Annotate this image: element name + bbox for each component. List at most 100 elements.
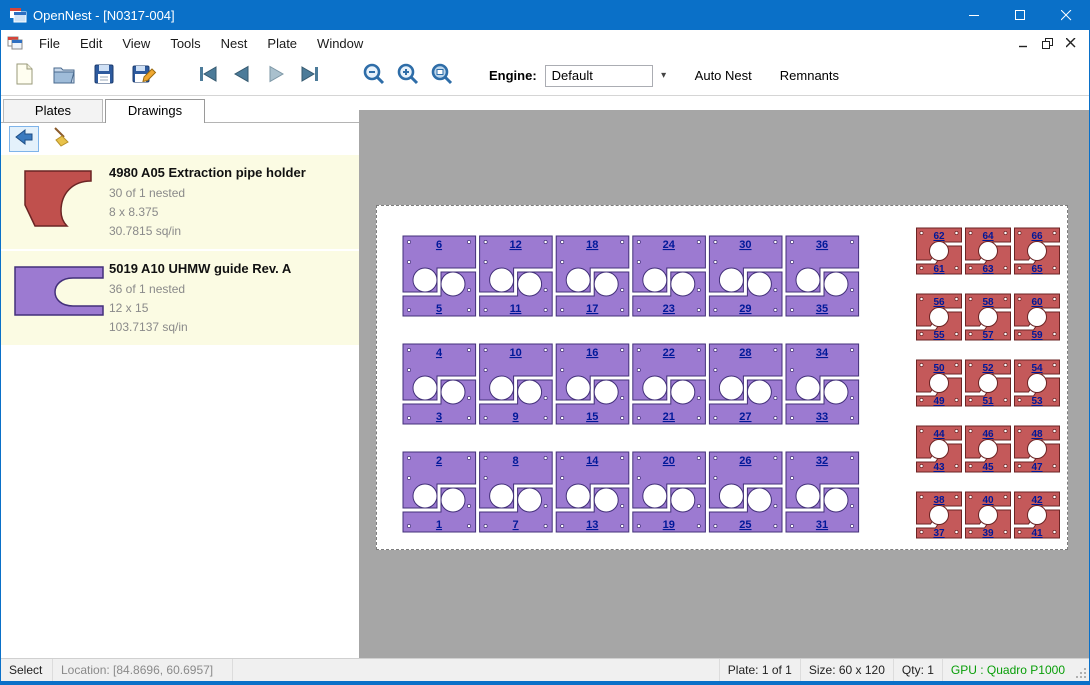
- status-mode: Select: [1, 659, 53, 681]
- drawings-toolbar: [1, 123, 359, 155]
- tab-row: Plates Drawings: [1, 96, 359, 123]
- nest-cell-purple[interactable]: 1413: [556, 452, 629, 532]
- zoom-out-button[interactable]: [357, 59, 391, 93]
- menu-view[interactable]: View: [112, 32, 160, 55]
- svg-text:27: 27: [739, 411, 751, 423]
- nest-cell-red[interactable]: 6261: [917, 228, 962, 275]
- nest-cell-red[interactable]: 42 41: [1015, 492, 1060, 539]
- tab-plates-label: Plates: [35, 103, 71, 118]
- nest-cell-red[interactable]: 3837: [917, 492, 962, 539]
- nest-cell-purple[interactable]: 2625: [709, 452, 782, 532]
- svg-text:64: 64: [982, 231, 994, 242]
- svg-text:34: 34: [816, 347, 829, 359]
- svg-text:14: 14: [586, 455, 599, 467]
- nest-cell-purple[interactable]: 3231: [786, 452, 859, 532]
- svg-text:45: 45: [982, 462, 994, 473]
- nest-cell-red[interactable]: 4645: [966, 426, 1011, 473]
- nest-cell-red[interactable]: 5655: [917, 294, 962, 341]
- remnants-button[interactable]: Remnants: [776, 64, 843, 87]
- svg-text:44: 44: [933, 429, 945, 440]
- nest-cell-purple[interactable]: 2019: [633, 452, 706, 532]
- nest-cell-purple[interactable]: 21: [403, 452, 476, 532]
- mdi-minimize-button[interactable]: [1011, 33, 1035, 53]
- nest-cell-red[interactable]: 5453: [1015, 360, 1060, 407]
- tab-plates[interactable]: Plates: [3, 99, 103, 122]
- minimize-button[interactable]: [951, 0, 997, 30]
- nest-cell-purple[interactable]: 24 23: [633, 236, 706, 316]
- list-item-drawing-1[interactable]: 4980 A05 Extraction pipe holder 30 of 1 …: [1, 155, 359, 249]
- nest-cell-purple[interactable]: 87: [480, 452, 553, 532]
- previous-plate-button[interactable]: [225, 59, 259, 93]
- svg-text:51: 51: [982, 396, 994, 407]
- nest-cell-purple[interactable]: 109: [480, 344, 553, 424]
- nest-cell-purple[interactable]: 2827: [709, 344, 782, 424]
- nest-cell-purple[interactable]: 3029: [709, 236, 782, 316]
- close-button[interactable]: [1043, 0, 1089, 30]
- svg-text:24: 24: [663, 239, 676, 251]
- menu-tools[interactable]: Tools: [160, 32, 210, 55]
- svg-text:23: 23: [663, 303, 675, 315]
- menu-plate[interactable]: Plate: [257, 32, 307, 55]
- list-item-drawing-2[interactable]: 5019 A10 UHMW guide Rev. A 36 of 1 neste…: [1, 251, 359, 345]
- auto-nest-button[interactable]: Auto Nest: [691, 64, 756, 87]
- svg-text:59: 59: [1031, 330, 1043, 341]
- mdi-child-icon[interactable]: [7, 36, 23, 50]
- new-button[interactable]: [7, 59, 41, 93]
- nest-cell-purple[interactable]: 65: [403, 236, 476, 316]
- svg-text:48: 48: [1031, 429, 1043, 440]
- clear-button[interactable]: [47, 126, 77, 152]
- status-mode-label: Select: [9, 663, 42, 677]
- menu-nest[interactable]: Nest: [211, 32, 258, 55]
- svg-text:41: 41: [1031, 528, 1043, 539]
- nest-cell-red[interactable]: 6059: [1015, 294, 1060, 341]
- return-part-button[interactable]: [9, 126, 39, 152]
- save-as-button[interactable]: [127, 59, 161, 93]
- resize-grip[interactable]: [1073, 659, 1089, 681]
- nest-cell-red[interactable]: 44 43: [917, 426, 962, 473]
- nest-cell-purple[interactable]: 1615: [556, 344, 629, 424]
- svg-text:47: 47: [1031, 462, 1043, 473]
- broom-icon: [51, 126, 73, 153]
- nest-cell-purple[interactable]: 2221: [633, 344, 706, 424]
- nest-cell-red[interactable]: 4039: [966, 492, 1011, 539]
- menu-window[interactable]: Window: [307, 32, 373, 55]
- zoom-in-button[interactable]: [391, 59, 425, 93]
- svg-text:42: 42: [1031, 495, 1043, 506]
- svg-text:19: 19: [663, 519, 675, 531]
- tab-drawings-label: Drawings: [128, 103, 182, 118]
- svg-text:12: 12: [509, 239, 521, 251]
- nest-cell-red[interactable]: 5251: [966, 360, 1011, 407]
- save-button[interactable]: [87, 59, 121, 93]
- menu-edit[interactable]: Edit: [70, 32, 112, 55]
- status-qty-label: Qty: 1: [902, 663, 934, 677]
- svg-text:43: 43: [933, 462, 945, 473]
- open-button[interactable]: [47, 59, 81, 93]
- first-plate-button[interactable]: [191, 59, 225, 93]
- engine-select[interactable]: Default: [545, 65, 653, 87]
- nest-cell-red[interactable]: 6463: [966, 228, 1011, 275]
- nest-cell-purple[interactable]: 1817: [556, 236, 629, 316]
- mdi-restore-button[interactable]: [1035, 33, 1059, 53]
- last-plate-button[interactable]: [293, 59, 327, 93]
- svg-text:2: 2: [436, 455, 442, 467]
- nest-cell-purple[interactable]: 43: [403, 344, 476, 424]
- status-gpu-label: GPU : Quadro P1000: [951, 663, 1065, 677]
- plate[interactable]: 6512111817242330293635431091615222128273…: [376, 205, 1068, 550]
- next-plate-button[interactable]: [259, 59, 293, 93]
- nest-cell-purple[interactable]: 3635: [786, 236, 859, 316]
- nest-cell-red[interactable]: 6665: [1015, 228, 1060, 275]
- zoom-fit-button[interactable]: [425, 59, 459, 93]
- nest-cell-red[interactable]: 5857: [966, 294, 1011, 341]
- svg-text:8: 8: [513, 455, 519, 467]
- mdi-close-button[interactable]: [1059, 33, 1083, 53]
- nest-cell-red[interactable]: 48 47: [1015, 426, 1060, 473]
- part-thumbnail-shape: [25, 171, 91, 226]
- menu-file[interactable]: File: [29, 32, 70, 55]
- engine-dropdown-arrow-icon[interactable]: ▾: [657, 70, 671, 81]
- nest-canvas[interactable]: 6512111817242330293635431091615222128273…: [359, 96, 1089, 658]
- maximize-button[interactable]: [997, 0, 1043, 30]
- nest-cell-purple[interactable]: 1211: [480, 236, 553, 316]
- nest-cell-red[interactable]: 5049: [917, 360, 962, 407]
- nest-cell-purple[interactable]: 3433: [786, 344, 859, 424]
- tab-drawings[interactable]: Drawings: [105, 99, 205, 124]
